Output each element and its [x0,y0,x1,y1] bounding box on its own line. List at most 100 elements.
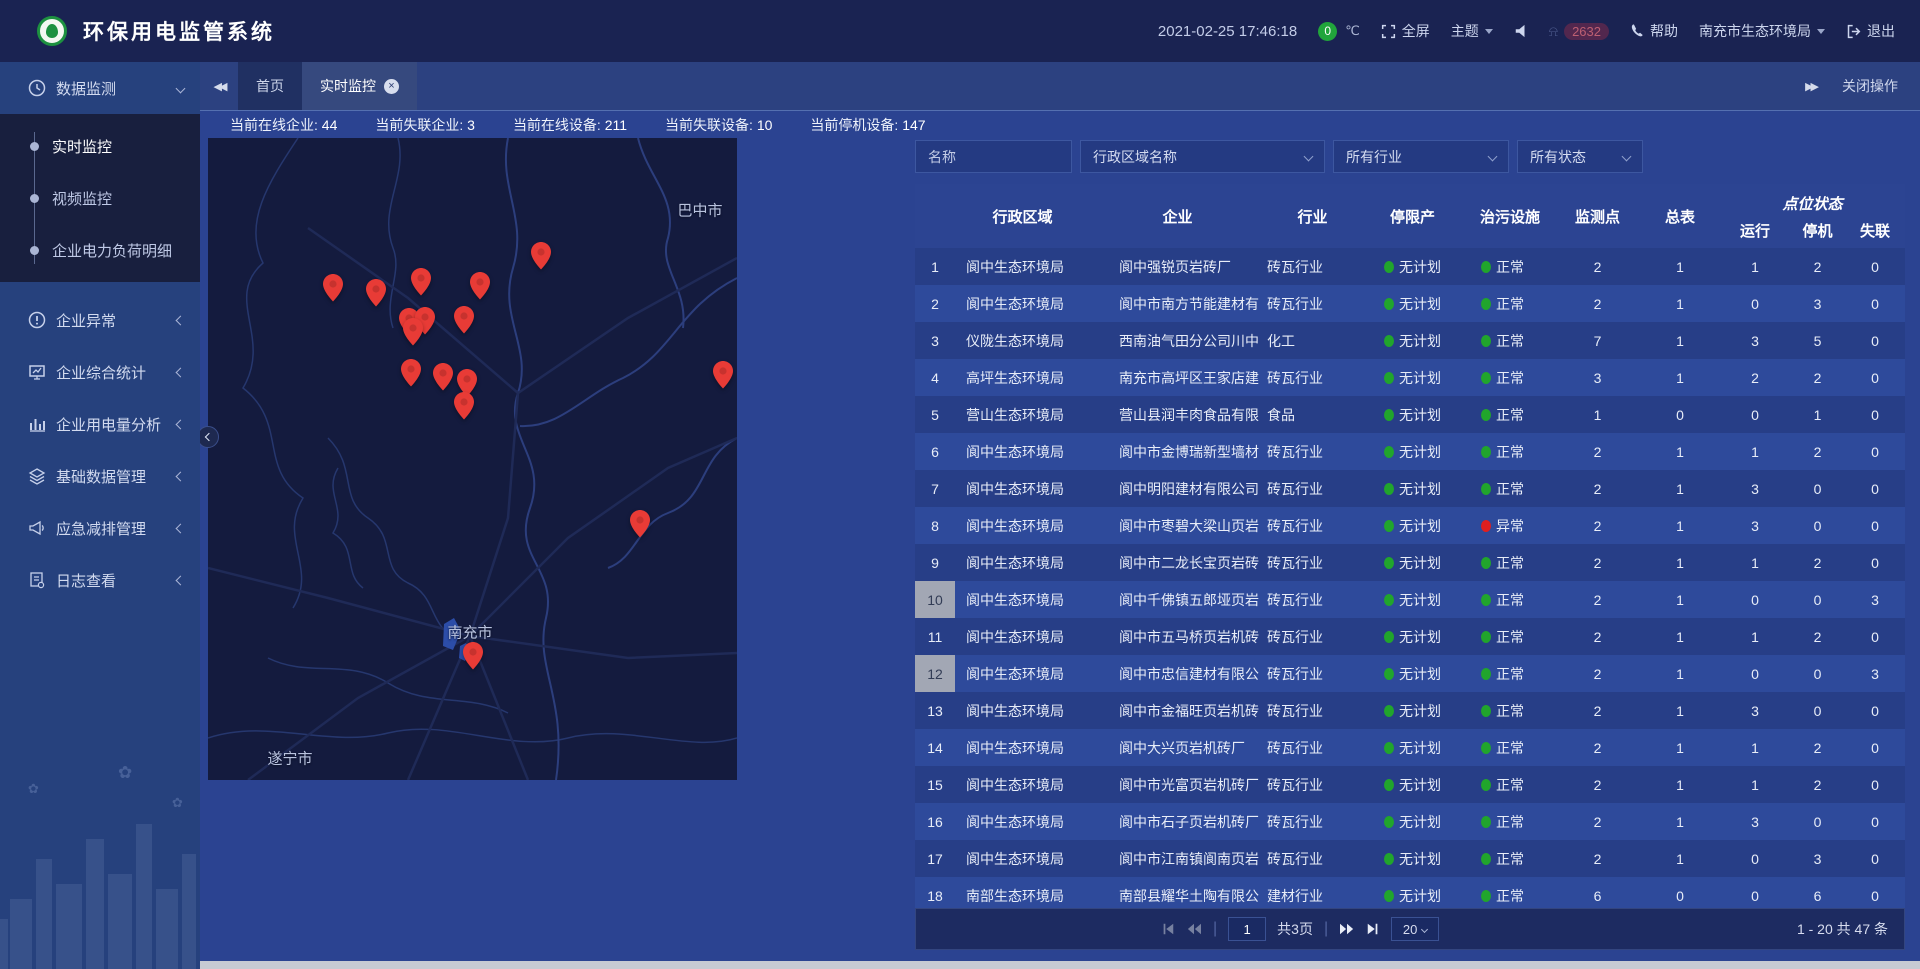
map-pin-icon[interactable] [462,641,484,671]
map-pin-icon[interactable] [365,278,387,308]
notifications-button[interactable]: ⍾ 2632 [1549,23,1609,40]
table-row[interactable]: 18南部生态环境局南部县耀华土陶有限公建材行业无计划正常60060 [915,877,1905,908]
sidebar-item-emergency-reduction[interactable]: 应急减排管理 [0,502,200,554]
map-pin-icon[interactable] [530,241,552,271]
table-row[interactable]: 4高坪生态环境局南充市高坪区王家店建砖瓦行业无计划正常31220 [915,359,1905,396]
table-row[interactable]: 11阆中生态环境局阆中市五马桥页岩机砖砖瓦行业无计划正常21120 [915,618,1905,655]
chevron-left-icon [176,471,186,481]
map-panel[interactable]: 巴中市南充市遂宁市 [208,138,737,780]
table-row[interactable]: 10阆中生态环境局阆中千佛镇五郎垭页岩砖瓦行业无计划正常21003 [915,581,1905,618]
map-pin-icon[interactable] [469,271,491,301]
map-pin-icon[interactable] [712,360,734,390]
sidebar-item-base-data-management[interactable]: 基础数据管理 [0,450,200,502]
status-filter-select[interactable]: 所有状态 [1517,140,1643,173]
table-row[interactable]: 9阆中生态环境局阆中市二龙长宝页岩砖砖瓦行业无计划正常21120 [915,544,1905,581]
tabs-scroll-left-button[interactable]: ◀◀ [200,62,238,110]
row-facility-status: 正常 [1465,359,1555,396]
pagination-bar: | 共3页 | 20 1 - 20 共 47 条 [915,908,1905,950]
theme-dropdown[interactable]: 主题 [1451,21,1493,41]
logout-button[interactable]: 退出 [1846,21,1895,41]
sidebar-item-realtime-monitor[interactable]: 实时监控 [0,120,200,172]
page-number-input[interactable] [1228,917,1266,941]
name-filter-input[interactable] [915,140,1072,173]
region-filter-select[interactable]: 行政区域名称 [1080,140,1325,173]
col-group-point-status: 点位状态 [1720,184,1905,216]
chevron-left-icon [176,367,186,377]
sidebar-item-power-load-detail[interactable]: 企业电力负荷明细 [0,224,200,276]
status-dot-icon [1481,890,1491,902]
row-meter-count: 1 [1640,692,1720,729]
table-row[interactable]: 14阆中生态环境局阆中大兴页岩机砖厂砖瓦行业无计划正常21120 [915,729,1905,766]
sidebar-item-data-monitoring[interactable]: 数据监测 [0,62,200,114]
row-lost-count: 0 [1845,692,1905,729]
table-row[interactable]: 5营山生态环境局营山县润丰肉食品有限食品无计划正常10010 [915,396,1905,433]
sidebar-item-log-view[interactable]: 日志查看 [0,554,200,606]
row-industry: 食品 [1265,396,1360,433]
row-monitor-count: 2 [1555,766,1640,803]
row-meter-count: 1 [1640,285,1720,322]
row-company: 阆中市二龙长宝页岩砖 [1090,544,1265,581]
table-row[interactable]: 3仪陇生态环境局西南油气田分公司川中化工无计划正常71350 [915,322,1905,359]
row-monitor-count: 2 [1555,470,1640,507]
row-facility-status: 异常 [1465,507,1555,544]
close-icon[interactable]: × [384,79,399,94]
row-meter-count: 1 [1640,803,1720,840]
row-company: 阆中市光富页岩机砖厂 [1090,766,1265,803]
sidebar-item-enterprise-statistics[interactable]: 企业综合统计 [0,346,200,398]
row-industry: 砖瓦行业 [1265,729,1360,766]
table-row[interactable]: 6阆中生态环境局阆中市金博瑞新型墙材砖瓦行业无计划正常21120 [915,433,1905,470]
close-operations-button[interactable]: 关闭操作 [1842,76,1898,96]
help-button[interactable]: 帮助 [1630,21,1678,41]
last-page-button[interactable] [1366,922,1380,936]
table-row[interactable]: 17阆中生态环境局阆中市江南镇阆南页岩砖瓦行业无计划正常21030 [915,840,1905,877]
table-row[interactable]: 15阆中生态环境局阆中市光富页岩机砖厂砖瓦行业无计划正常21120 [915,766,1905,803]
row-stop-count: 0 [1790,470,1845,507]
bullet-dot-icon [30,194,39,203]
horizontal-scrollbar[interactable] [200,961,1920,969]
table-row[interactable]: 1阆中生态环境局阆中强锐页岩砖厂砖瓦行业无计划正常21120 [915,248,1905,285]
row-facility-status: 正常 [1465,618,1555,655]
industry-filter-select[interactable]: 所有行业 [1333,140,1509,173]
row-company: 阆中市石子页岩机砖厂 [1090,803,1265,840]
org-dropdown[interactable]: 南充市生态环境局 [1699,21,1825,41]
row-lost-count: 0 [1845,322,1905,359]
status-dot-icon [1384,742,1394,754]
map-pin-icon[interactable] [410,267,432,297]
row-run-count: 1 [1720,433,1790,470]
table-row[interactable]: 2阆中生态环境局阆中市南方节能建材有砖瓦行业无计划正常21030 [915,285,1905,322]
prev-page-button[interactable] [1186,922,1202,936]
map-pin-icon[interactable] [400,358,422,388]
row-index: 12 [915,655,955,692]
sound-button[interactable] [1514,24,1528,38]
map-pin-icon[interactable] [453,305,475,335]
map-pin-icon[interactable] [432,362,454,392]
tab-home[interactable]: 首页 [238,62,302,110]
status-dot-icon [1481,520,1491,532]
row-facility-status: 正常 [1465,470,1555,507]
row-facility-status: 正常 [1465,655,1555,692]
row-index: 5 [915,396,955,433]
map-pin-icon[interactable] [453,391,475,421]
fullscreen-button[interactable]: 全屏 [1381,21,1430,41]
table-row[interactable]: 8阆中生态环境局阆中市枣碧大梁山页岩砖瓦行业无计划异常21300 [915,507,1905,544]
map-pin-icon[interactable] [402,317,424,347]
map-pin-icon[interactable] [322,273,344,303]
tab-realtime-monitor[interactable]: 实时监控 × [302,62,417,110]
table-row[interactable]: 12阆中生态环境局阆中市忠信建材有限公砖瓦行业无计划正常21003 [915,655,1905,692]
sidebar-item-power-usage-analysis[interactable]: 企业用电量分析 [0,398,200,450]
sidebar-item-video-monitor[interactable]: 视频监控 [0,172,200,224]
first-page-button[interactable] [1161,922,1175,936]
map-collapse-button[interactable] [197,426,219,448]
map-pin-icon[interactable] [629,509,651,539]
tabs-scroll-right-button[interactable]: ▶▶ [1805,80,1816,93]
table-row[interactable]: 7阆中生态环境局阆中明阳建材有限公司砖瓦行业无计划正常21300 [915,470,1905,507]
table-row[interactable]: 13阆中生态环境局阆中市金福旺页岩机砖砖瓦行业无计划正常21300 [915,692,1905,729]
page-size-select[interactable]: 20 [1391,917,1439,941]
table-row[interactable]: 16阆中生态环境局阆中市石子页岩机砖厂砖瓦行业无计划正常21300 [915,803,1905,840]
next-page-button[interactable] [1339,922,1355,936]
sidebar-item-enterprise-anomaly[interactable]: 企业异常 [0,294,200,346]
row-region: 阆中生态环境局 [955,766,1090,803]
row-stop-count: 2 [1790,544,1845,581]
row-monitor-count: 2 [1555,692,1640,729]
row-lost-count: 3 [1845,581,1905,618]
